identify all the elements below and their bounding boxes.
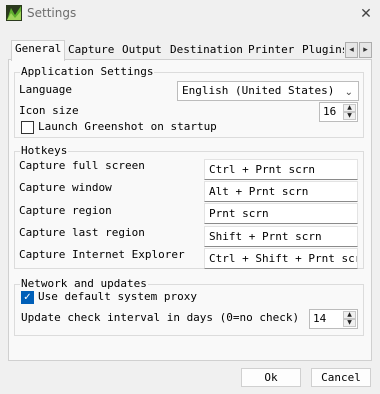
chevron-down-icon: ⌄ <box>344 87 353 98</box>
spin-up-button[interactable]: ▲ <box>343 311 356 319</box>
language-value: English (United States) <box>182 84 335 97</box>
update-interval-spinner[interactable]: 14 ▲ ▼ <box>309 309 358 329</box>
chevron-right-icon: ▸ <box>363 45 368 55</box>
language-select[interactable]: English (United States) ⌄ <box>177 81 359 101</box>
hotkey-input-full-screen[interactable]: Ctrl + Prnt scrn <box>204 159 358 180</box>
ok-button[interactable]: Ok <box>241 368 301 387</box>
hotkey-input-last-region[interactable]: Shift + Prnt scrn <box>204 226 358 247</box>
window-title: Settings <box>27 6 77 20</box>
launch-on-startup-label: Launch Greenshot on startup <box>38 120 217 133</box>
network-updates-title: Network and updates <box>20 277 148 291</box>
tab-general[interactable]: General <box>11 40 66 61</box>
update-interval-label: Update check interval in days (0=no chec… <box>21 311 300 324</box>
hotkey-label-full-screen: Capture full screen <box>19 159 145 172</box>
spin-down-button[interactable]: ▼ <box>343 112 356 120</box>
use-default-proxy-label: Use default system proxy <box>38 290 197 303</box>
greenshot-icon <box>6 5 22 21</box>
icon-size-label: Icon size <box>19 104 79 117</box>
hotkeys-title: Hotkeys <box>20 144 69 158</box>
hotkey-input-internet-explorer[interactable]: Ctrl + Shift + Prnt scrn <box>204 248 358 269</box>
tab-output[interactable]: Output <box>119 42 165 60</box>
tab-scroll-left-button[interactable]: ◂ <box>345 42 358 58</box>
close-icon: ✕ <box>360 6 372 22</box>
tab-strip: General Capture Output Destination Print… <box>8 40 372 61</box>
tab-scroll-right-button[interactable]: ▸ <box>359 42 372 58</box>
launch-on-startup-checkbox[interactable] <box>21 121 34 134</box>
hotkey-label-last-region: Capture last region <box>19 226 145 239</box>
spin-down-button[interactable]: ▼ <box>343 319 356 327</box>
cancel-button[interactable]: Cancel <box>311 368 371 387</box>
spin-up-button[interactable]: ▲ <box>343 104 356 112</box>
hotkey-input-region[interactable]: Prnt scrn <box>204 203 358 224</box>
checkmark-icon: ✓ <box>23 292 32 303</box>
language-label: Language <box>19 83 72 96</box>
application-settings-title: Application Settings <box>20 65 155 79</box>
hotkey-label-internet-explorer: Capture Internet Explorer <box>19 248 185 261</box>
tab-plugins[interactable]: Plugins <box>299 42 344 60</box>
hotkey-label-region: Capture region <box>19 204 112 217</box>
hotkey-label-window: Capture window <box>19 181 112 194</box>
tab-destination[interactable]: Destination <box>167 42 246 60</box>
tab-printer[interactable]: Printer <box>245 42 297 60</box>
update-interval-value: 14 <box>313 312 327 325</box>
icon-size-spinner[interactable]: 16 ▲ ▼ <box>319 102 358 122</box>
hotkey-input-window[interactable]: Alt + Prnt scrn <box>204 181 358 202</box>
icon-size-value: 16 <box>323 105 337 118</box>
chevron-left-icon: ◂ <box>349 45 354 55</box>
close-button[interactable]: ✕ <box>356 4 376 24</box>
use-default-proxy-checkbox[interactable]: ✓ <box>21 291 34 304</box>
tab-capture[interactable]: Capture <box>65 42 117 60</box>
